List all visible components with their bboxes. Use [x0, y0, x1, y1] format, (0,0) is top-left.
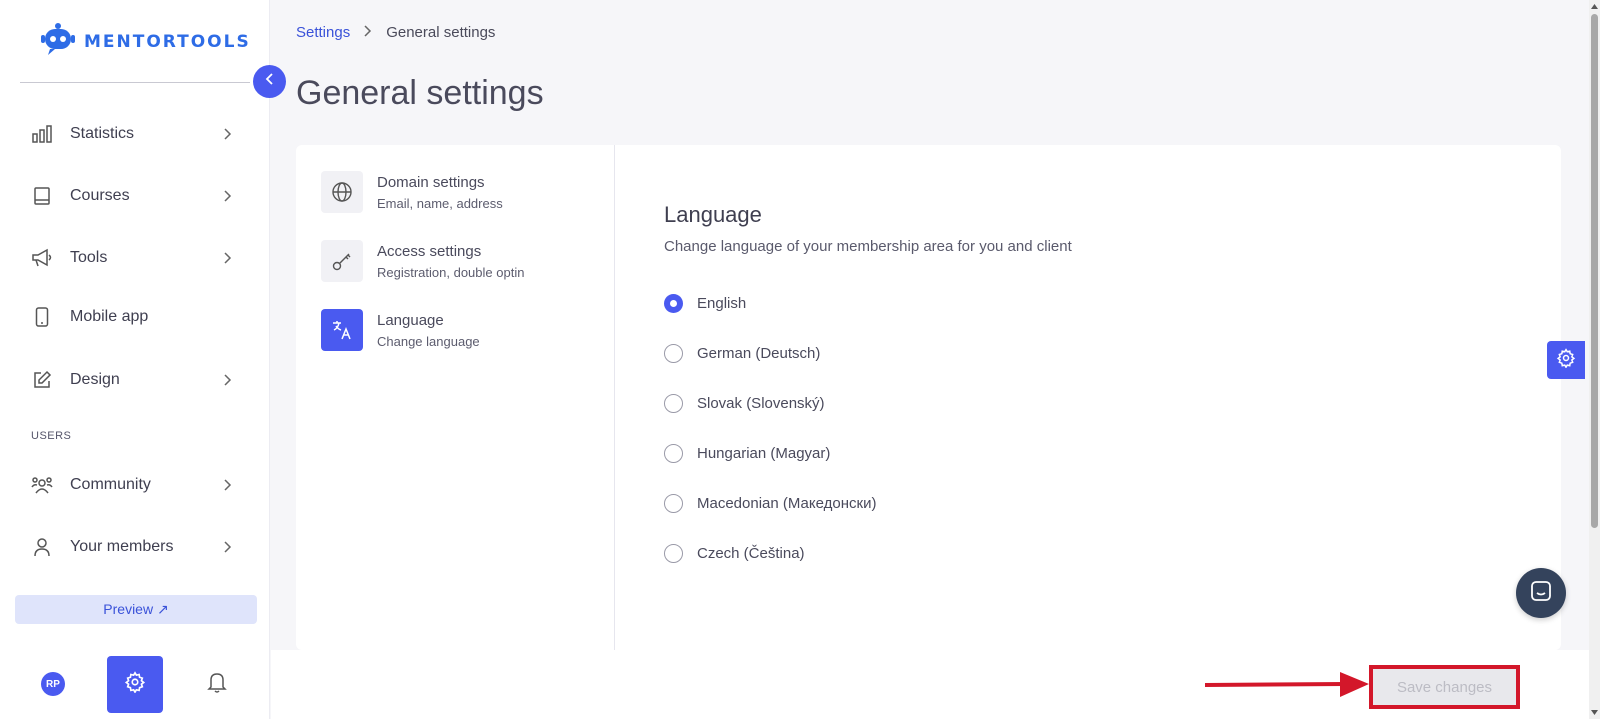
sidebar-item-statistics[interactable]: Statistics [20, 114, 245, 154]
chevron-left-icon [265, 72, 275, 91]
floating-settings-button[interactable] [1547, 341, 1585, 379]
translate-icon [321, 309, 363, 351]
language-section-title: Language [664, 202, 762, 227]
language-option-label: German (Deutsch) [697, 345, 821, 362]
brand-name: MENTORTOOLS [84, 31, 251, 52]
users-section-label: USERS [31, 430, 72, 442]
sidebar-item-design[interactable]: Design [20, 360, 245, 400]
chevron-right-icon [221, 251, 235, 265]
chat-launcher-button[interactable] [1516, 568, 1566, 618]
language-option-label: Slovak (Slovenský) [697, 395, 825, 412]
person-icon [30, 535, 54, 559]
language-option-hungarian[interactable]: Hungarian (Magyar) [664, 444, 830, 463]
radio-button[interactable] [664, 494, 683, 513]
chevron-right-icon [221, 478, 235, 492]
chevron-right-icon [364, 24, 372, 41]
globe-icon [321, 171, 363, 213]
settings-menu-language[interactable]: Language Change language [321, 308, 601, 352]
menu-item-title: Access settings [377, 242, 482, 260]
sidebar-item-tools[interactable]: Tools [20, 238, 245, 278]
chevron-right-icon [221, 189, 235, 203]
sidebar-item-label: Your members [70, 538, 174, 555]
menu-item-subtitle: Registration, double optin [377, 264, 525, 280]
gear-icon [124, 671, 146, 698]
chevron-right-icon [221, 540, 235, 554]
gear-icon [1556, 347, 1576, 373]
sidebar-item-label: Statistics [70, 125, 135, 142]
notifications-button[interactable] [205, 672, 229, 696]
settings-card [296, 145, 1561, 650]
sidebar-item-your-members[interactable]: Your members [20, 527, 245, 567]
chevron-right-icon [221, 373, 235, 387]
save-changes-button[interactable]: Save changes [1369, 665, 1520, 709]
language-option-english[interactable]: English [664, 294, 746, 313]
chat-icon [1529, 579, 1553, 608]
menu-item-title: Language [377, 311, 444, 329]
breadcrumb-current: General settings [386, 24, 496, 41]
community-icon [30, 473, 54, 497]
radio-button[interactable] [664, 544, 683, 563]
preview-button[interactable]: Preview ↗ [15, 595, 257, 624]
bell-icon [207, 671, 227, 698]
sidebar-item-mobile-app[interactable]: Mobile app [20, 297, 245, 337]
sidebar-item-label: Tools [70, 249, 108, 266]
sidebar-item-label: Design [70, 371, 120, 388]
scroll-down-arrow-icon[interactable] [1590, 708, 1599, 717]
book-icon [30, 184, 54, 208]
language-option-label: English [697, 295, 747, 312]
settings-menu-access[interactable]: Access settings Registration, double opt… [321, 239, 601, 283]
bar-chart-icon [30, 122, 54, 146]
sidebar-item-community[interactable]: Community [20, 465, 245, 505]
sidebar: MENTORTOOLS Statistics Courses Tools Mob… [0, 0, 270, 719]
megaphone-icon [30, 246, 54, 270]
language-option-slovak[interactable]: Slovak (Slovenský) [664, 394, 825, 413]
radio-button[interactable] [664, 294, 683, 313]
key-icon [321, 240, 363, 282]
language-section-description: Change language of your membership area … [664, 238, 1072, 255]
robot-logo-icon [40, 22, 76, 61]
language-option-label: Hungarian (Magyar) [697, 445, 831, 462]
logo-divider [20, 82, 250, 83]
sidebar-item-courses[interactable]: Courses [20, 176, 245, 216]
radio-button[interactable] [664, 444, 683, 463]
radio-button[interactable] [664, 394, 683, 413]
scrollbar-thumb[interactable] [1591, 14, 1598, 528]
collapse-sidebar-button[interactable] [253, 65, 286, 98]
language-option-czech[interactable]: Czech (Čeština) [664, 544, 805, 563]
menu-item-subtitle: Change language [377, 333, 480, 349]
page-title: General settings [296, 74, 544, 112]
breadcrumb-settings-link[interactable]: Settings [296, 24, 350, 41]
sidebar-item-label: Community [70, 476, 151, 493]
sidebar-item-label: Mobile app [70, 308, 149, 325]
language-option-german[interactable]: German (Deutsch) [664, 344, 820, 363]
settings-menu-domain[interactable]: Domain settings Email, name, address [321, 170, 601, 214]
chevron-right-icon [221, 127, 235, 141]
pencil-icon [30, 368, 54, 392]
language-option-label: Czech (Čeština) [697, 545, 805, 562]
language-option-macedonian[interactable]: Macedonian (Македонски) [664, 494, 876, 513]
scroll-up-arrow-icon[interactable] [1590, 2, 1599, 11]
settings-button[interactable] [107, 656, 163, 713]
breadcrumb: Settings General settings [296, 24, 495, 41]
brand-logo[interactable]: MENTORTOOLS [40, 22, 251, 61]
avatar[interactable]: RP [41, 672, 65, 696]
card-divider [614, 145, 615, 650]
radio-button[interactable] [664, 344, 683, 363]
language-option-label: Macedonian (Македонски) [697, 495, 877, 512]
sidebar-item-label: Courses [70, 187, 130, 204]
phone-icon [30, 305, 54, 329]
menu-item-subtitle: Email, name, address [377, 195, 503, 211]
annotation-arrow [1205, 672, 1369, 697]
menu-item-title: Domain settings [377, 173, 485, 191]
